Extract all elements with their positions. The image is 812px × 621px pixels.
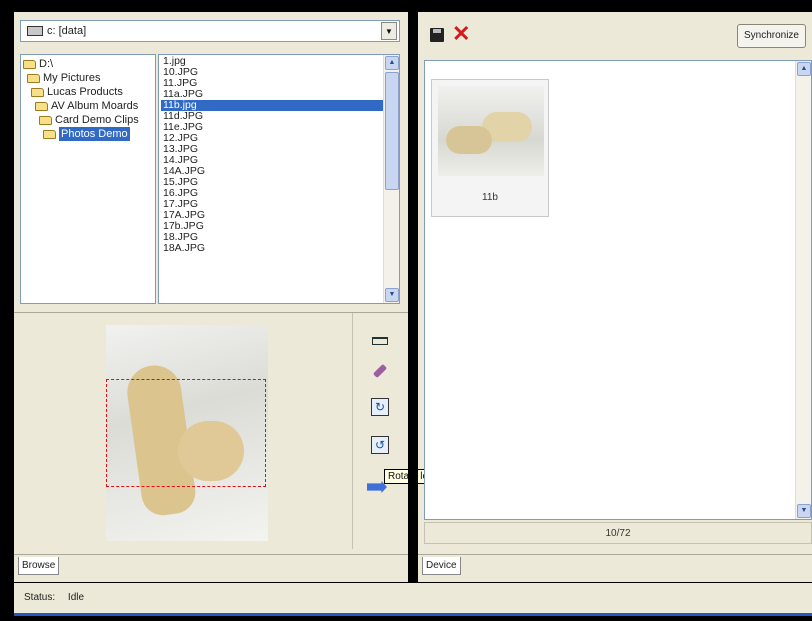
scroll-thumb[interactable] — [385, 72, 399, 190]
rotate-left-button[interactable]: ↺ — [370, 435, 390, 455]
preview-image — [106, 325, 268, 541]
folder-icon — [39, 115, 52, 125]
browse-pane: c: [data] ▼ D:\ My Pictures Lucas Produc… — [14, 12, 438, 582]
file-items: 1.jpg 10.JPG 11.JPG 11a.JPG 11b.jpg 11d.JPG 11… — [161, 56, 383, 254]
folder-tree[interactable]: D:\ My Pictures Lucas Products AV Album … — [20, 54, 156, 304]
folder-open-icon — [43, 129, 56, 139]
tree-item-root[interactable]: D:\ — [21, 57, 155, 71]
folder-icon — [27, 73, 40, 83]
crop-button[interactable] — [370, 331, 390, 351]
eraser-icon — [372, 363, 388, 379]
folder-icon — [31, 87, 44, 97]
status-accent-line — [14, 613, 812, 616]
status-bar: Status: Idle — [14, 582, 812, 616]
tree-item-lucas-products[interactable]: Lucas Products — [21, 85, 155, 99]
drive-icon — [27, 26, 43, 36]
thumbnail-image — [438, 86, 544, 176]
rotate-right-icon: ↻ — [371, 398, 389, 416]
scroll-up-icon[interactable]: ▲ — [797, 62, 811, 76]
file-list[interactable]: 1.jpg 10.JPG 11.JPG 11a.JPG 11b.jpg 11d.JPG 11… — [158, 54, 400, 304]
device-scrollbar[interactable]: ▲ ▼ — [795, 61, 811, 519]
tree-item-my-pictures[interactable]: My Pictures — [21, 71, 155, 85]
tab-device[interactable]: Device — [422, 557, 461, 575]
file-list-scrollbar[interactable]: ▲ ▼ — [383, 55, 399, 303]
pane-divider[interactable] — [408, 12, 418, 582]
thumbnail-card[interactable]: 11b — [431, 79, 549, 217]
file-list-item[interactable]: 18A.JPG — [161, 243, 383, 254]
scroll-up-icon[interactable]: ▲ — [385, 56, 399, 70]
edit-toolbar: ↻ ↺ — [352, 313, 408, 549]
crop-icon — [372, 337, 388, 345]
chevron-down-icon[interactable]: ▼ — [381, 22, 397, 40]
folder-icon — [23, 59, 36, 69]
scroll-down-icon[interactable]: ▼ — [797, 504, 811, 518]
folder-icon — [35, 101, 48, 111]
image-preview-area: ↻ ↺ Rotate left — [14, 312, 438, 549]
device-thumbnail-grid[interactable]: 11b ▲ ▼ — [424, 60, 812, 520]
tree-item-album-boards[interactable]: AV Album Moards — [21, 99, 155, 113]
synchronize-button[interactable]: Synchronize — [736, 24, 806, 48]
delete-icon[interactable]: ✕ — [452, 22, 470, 46]
crop-selection[interactable] — [106, 379, 266, 487]
drive-label: c: [data] — [47, 25, 87, 37]
photo-subject — [446, 126, 492, 154]
app-window: c: [data] ▼ D:\ My Pictures Lucas Produc… — [14, 12, 812, 616]
rotate-right-button[interactable]: ↻ — [370, 397, 390, 417]
scroll-down-icon[interactable]: ▼ — [385, 288, 399, 302]
rotate-left-icon: ↺ — [371, 436, 389, 454]
drive-select[interactable]: c: [data] ▼ — [20, 20, 400, 42]
page-counter: 10/72 — [424, 522, 812, 544]
device-toolbar: ✕ Synchronize — [418, 20, 812, 50]
status-value: Idle — [67, 592, 85, 603]
left-tab-bar: Browse — [14, 554, 408, 582]
tab-browse[interactable]: Browse — [18, 557, 60, 575]
eraser-button[interactable] — [370, 361, 390, 381]
save-icon[interactable] — [430, 28, 444, 42]
tree-item-card-demo-clips[interactable]: Card Demo Clips — [21, 113, 155, 127]
thumbnail-label: 11b — [482, 192, 498, 203]
device-pane: ✕ Synchronize 11b ▲ ▼ 10/72 Device — [418, 12, 812, 582]
tree-item-photos-demo[interactable]: Photos Demo — [21, 127, 155, 141]
status-label: Status: — [24, 592, 56, 603]
right-tab-bar: Device — [418, 554, 812, 582]
